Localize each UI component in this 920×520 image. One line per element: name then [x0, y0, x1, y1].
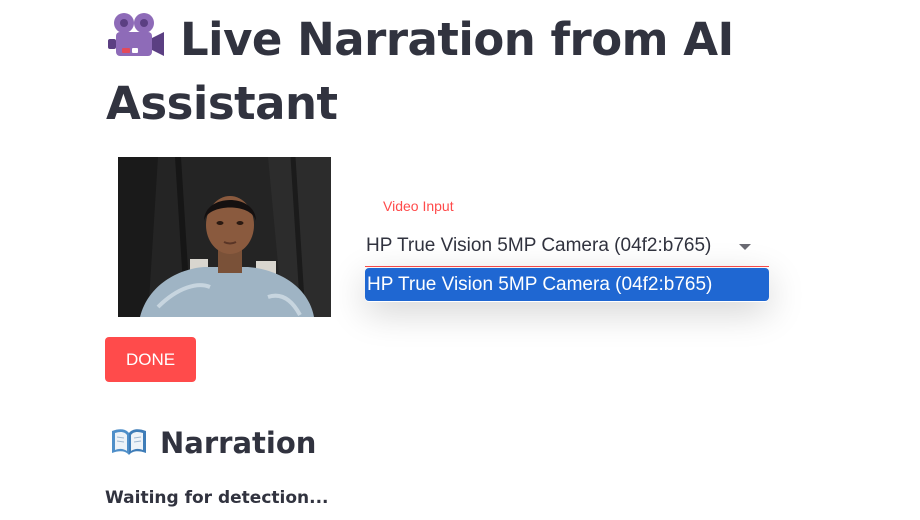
video-input-select[interactable]: HP True Vision 5MP Camera (04f2:b765): [365, 228, 769, 267]
movie-camera-icon: [108, 13, 164, 56]
narration-heading: Narration: [110, 420, 316, 466]
narration-status: Waiting for detection...: [105, 488, 329, 508]
chevron-down-icon[interactable]: [739, 244, 751, 250]
page-title: Live Narration from AI Assistant: [106, 8, 806, 136]
video-input-dropdown: HP True Vision 5MP Camera (04f2:b765): [365, 268, 769, 302]
webcam-video: [118, 157, 331, 317]
page-title-text: Live Narration from AI Assistant: [106, 13, 734, 130]
video-input-label: Video Input: [383, 198, 454, 214]
dropdown-option[interactable]: HP True Vision 5MP Camera (04f2:b765): [365, 268, 769, 301]
narration-heading-text: Narration: [160, 426, 317, 460]
open-book-icon: [112, 429, 146, 455]
app-page: Live Narration from AI Assistant Video I…: [0, 0, 920, 520]
done-button[interactable]: DONE: [105, 337, 196, 382]
video-input-selected-value: HP True Vision 5MP Camera (04f2:b765): [366, 235, 712, 256]
webcam-frame: [118, 157, 331, 317]
